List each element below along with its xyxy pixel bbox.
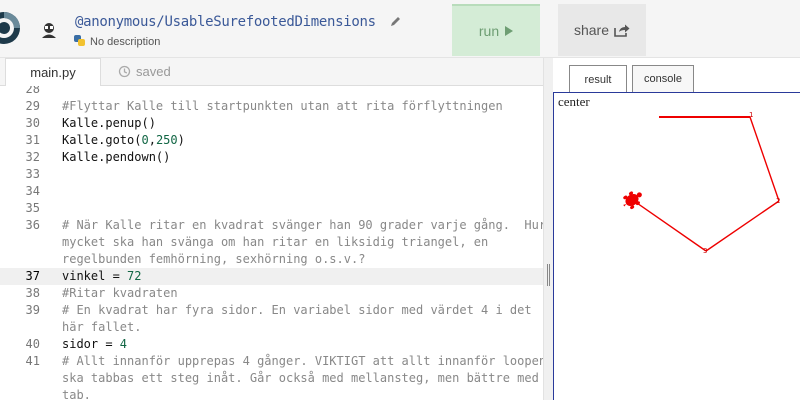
line-number: 38 xyxy=(25,286,40,300)
code-line[interactable]: 36 # När Kalle ritar en kvadrat svänger h… xyxy=(0,217,543,234)
line-number: 34 xyxy=(25,184,40,198)
tab-main-py[interactable]: main.py xyxy=(5,58,101,86)
drawn-path xyxy=(633,116,780,252)
code-line[interactable]: 38 #Ritar kvadraten xyxy=(0,285,543,302)
saved-status: saved xyxy=(118,64,171,79)
code-line[interactable]: 30 Kalle.penup() xyxy=(0,115,543,132)
vertex-label-2: 2 xyxy=(776,197,780,205)
code-text: # En kvadrat har fyra sidor. En variabel… xyxy=(62,303,532,317)
line-number: 37 xyxy=(25,269,40,283)
code-text: vinkel = 72 xyxy=(62,269,142,283)
line-number: 39 xyxy=(25,303,40,317)
edit-pencil-icon[interactable] xyxy=(390,15,402,27)
code-line[interactable]: 31 Kalle.goto(0,250) xyxy=(0,132,543,149)
line-number: 28 xyxy=(25,86,40,96)
app-logo-icon[interactable] xyxy=(0,8,24,48)
code-line[interactable]: 28 xyxy=(0,86,543,98)
run-button[interactable]: run xyxy=(452,4,540,56)
line-number: 40 xyxy=(25,337,40,351)
vertex-label-3: 3 xyxy=(703,247,707,255)
code-text: regelbunden femhörning, sexhörning o.s.v… xyxy=(62,252,366,266)
line-number: 41 xyxy=(25,354,40,368)
line-number: 29 xyxy=(25,99,40,113)
project-description: No description xyxy=(73,34,160,48)
code-line[interactable]: mycket ska han svänga om han ritar en li… xyxy=(0,234,543,251)
turtle-icon xyxy=(623,191,642,210)
code-line[interactable]: 41 # Allt innanför upprepas 4 gånger. VIK… xyxy=(0,353,543,370)
code-text: sidor = 4 xyxy=(62,337,128,351)
run-label: run xyxy=(478,23,500,39)
project-title: @anonymous/UsableSurefootedDimensions xyxy=(75,14,402,30)
code-line[interactable]: 40 sidor = 4 xyxy=(0,336,543,353)
line-number: 30 xyxy=(25,116,40,130)
project-owner[interactable]: @anonymous xyxy=(75,14,157,30)
tab-console-label: console xyxy=(644,73,682,85)
code-text: Kalle.goto(0,250) xyxy=(62,133,185,147)
code-line[interactable]: regelbunden femhörning, sexhörning o.s.v… xyxy=(0,251,543,268)
top-header: @anonymous/UsableSurefootedDimensions No… xyxy=(0,0,800,58)
output-tab-bar: result console xyxy=(553,58,800,93)
code-line[interactable]: tab. xyxy=(0,387,543,400)
play-icon xyxy=(505,26,514,36)
description-text: No description xyxy=(90,36,161,48)
code-line[interactable]: 29 #Flyttar Kalle till startpunkten utan … xyxy=(0,98,543,115)
code-line[interactable]: 37 vinkel = 72 xyxy=(0,268,543,285)
line-number: 32 xyxy=(25,150,40,164)
code-text: ska tabbas ett steg inåt. Går också med … xyxy=(62,371,539,385)
pane-splitter[interactable] xyxy=(543,58,553,400)
turtle-canvas: center 1 2 3 xyxy=(553,92,800,400)
tab-result[interactable]: result xyxy=(569,65,627,93)
share-button[interactable]: share xyxy=(558,4,646,56)
code-line[interactable]: här fallet. xyxy=(0,319,543,336)
code-text: här fallet. xyxy=(62,320,142,334)
code-text: Kalle.pendown() xyxy=(62,150,171,164)
turtle-drawing: 1 2 3 xyxy=(623,111,780,255)
code-text: mycket ska han svänga om han ritar en li… xyxy=(62,235,489,249)
code-line[interactable]: 34 xyxy=(0,183,543,200)
code-text: #Flyttar Kalle till startpunkten utan at… xyxy=(62,99,503,113)
code-editor[interactable]: 28 29 #Flyttar Kalle till startpunkten uta… xyxy=(0,86,543,400)
code-text: tab. xyxy=(62,388,91,400)
share-label: share xyxy=(573,22,610,38)
code-line[interactable]: 33 xyxy=(0,166,543,183)
line-number: 36 xyxy=(25,218,40,232)
code-line[interactable]: 32 Kalle.pendown() xyxy=(0,149,543,166)
saved-label: saved xyxy=(136,64,171,79)
editor-tab-bar: main.py saved xyxy=(0,58,543,86)
vertex-label-1: 1 xyxy=(749,111,753,119)
python-icon xyxy=(74,35,85,46)
share-icon xyxy=(614,24,630,37)
line-number: 33 xyxy=(25,167,40,181)
history-icon xyxy=(118,65,131,78)
code-text: # Allt innanför upprepas 4 gånger. VIKTI… xyxy=(62,354,543,368)
code-line[interactable]: 39 # En kvadrat har fyra sidor. En variab… xyxy=(0,302,543,319)
splitter-grip-icon[interactable] xyxy=(547,264,550,286)
line-number: 35 xyxy=(25,201,40,215)
tab-result-label: result xyxy=(584,73,612,86)
code-text: #Ritar kvadraten xyxy=(62,286,178,300)
tab-main-py-label: main.py xyxy=(30,65,76,80)
tab-console[interactable]: console xyxy=(632,65,694,92)
code-line[interactable]: ska tabbas ett steg inåt. Går också med … xyxy=(0,370,543,387)
anonymous-user-icon xyxy=(42,23,56,38)
project-name: UsableSurefootedDimensions xyxy=(164,14,376,30)
line-number: 31 xyxy=(25,133,40,147)
code-text: Kalle.penup() xyxy=(62,116,156,130)
code-text: # När Kalle ritar en kvadrat svänger han… xyxy=(62,218,543,232)
code-line[interactable]: 35 xyxy=(0,200,543,217)
